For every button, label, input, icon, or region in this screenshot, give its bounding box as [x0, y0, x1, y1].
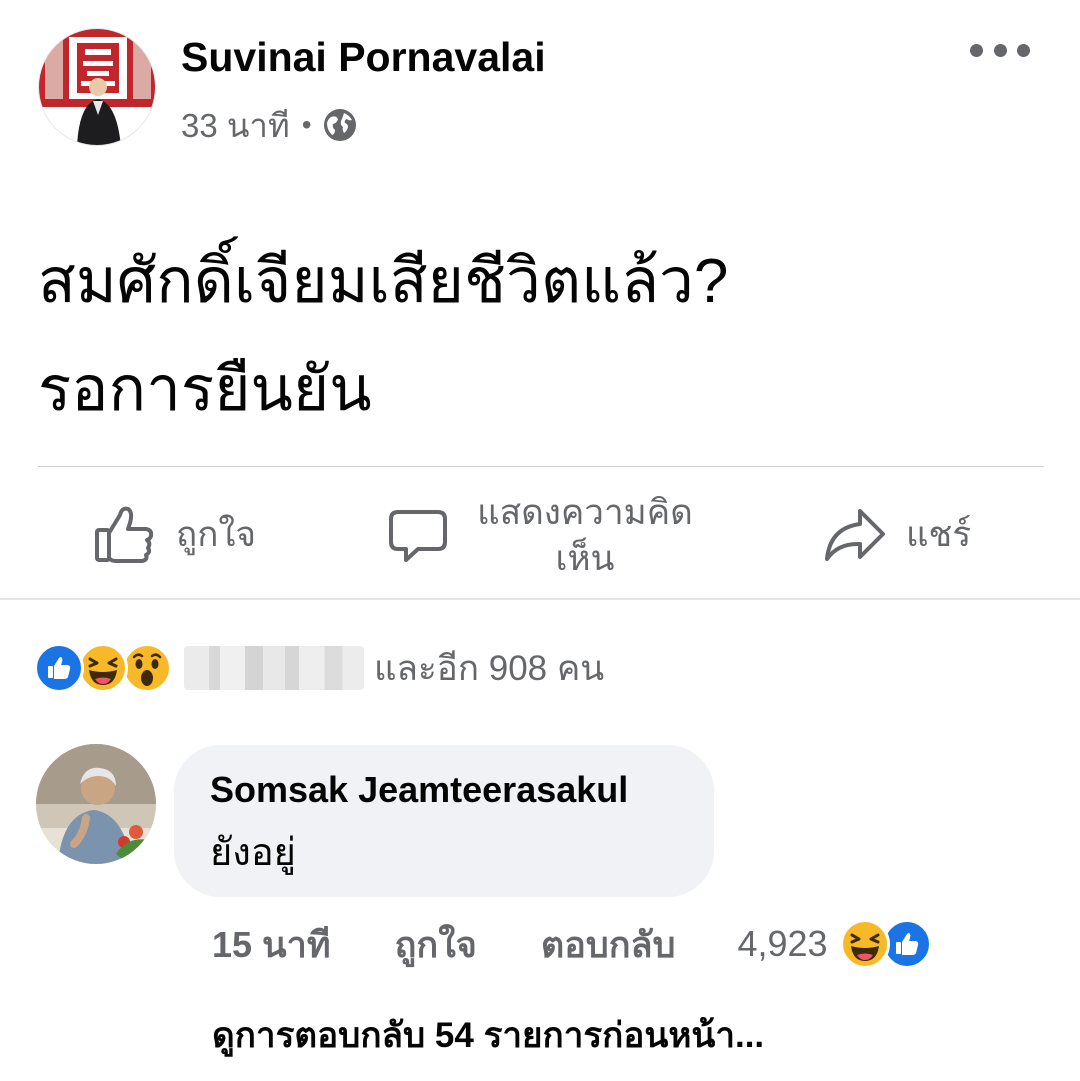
- meta-separator: •: [301, 109, 312, 140]
- author-avatar-image: [39, 29, 155, 145]
- share-arrow-icon: [824, 503, 886, 565]
- comment-like-button[interactable]: ถูกใจ: [395, 916, 477, 973]
- more-dot: [970, 43, 983, 57]
- commenter-avatar-image: [36, 744, 156, 864]
- more-options-button[interactable]: [970, 34, 1030, 66]
- post-meta: 33 นาที •: [181, 104, 358, 146]
- like-label: ถูกใจ: [176, 514, 256, 554]
- comment-reaction-count[interactable]: 4,923: [737, 923, 827, 965]
- haha-reaction-icon: [78, 643, 128, 693]
- post-author-name[interactable]: Suvinai Pornavalai: [181, 34, 546, 81]
- post-text-line: สมศักดิ์เจียมเสียชีวิตแล้ว?: [38, 247, 729, 316]
- comment-reply-button[interactable]: ตอบกลับ: [541, 916, 676, 973]
- comment-author-name[interactable]: Somsak Jeamteerasakul: [210, 769, 678, 811]
- action-bar-divider: [38, 466, 1044, 467]
- post-text-line: รอการยืนยัน: [38, 355, 372, 424]
- comment-label: แสดงความคิด เห็น: [470, 490, 700, 582]
- wow-reaction-icon: [122, 643, 172, 693]
- section-divider: [0, 598, 1080, 600]
- view-previous-replies-link[interactable]: ดูการตอบกลับ 54 รายการก่อนหน้า...: [212, 1008, 764, 1063]
- like-reaction-icon: [34, 643, 84, 693]
- share-button[interactable]: แชร์: [824, 500, 971, 568]
- post-timestamp[interactable]: 33 นาที: [181, 99, 290, 152]
- comment-button[interactable]: แสดงความคิด เห็น: [388, 488, 700, 584]
- reactions-count-text: และอีก 908 คน: [374, 648, 605, 688]
- globe-icon: [322, 107, 358, 143]
- more-dot: [993, 43, 1007, 57]
- reactions-summary[interactable]: และอีก 908 คน: [34, 640, 604, 696]
- comment-text: ยังอยู่: [210, 832, 296, 874]
- comment-label-line: แสดงความคิด: [477, 493, 693, 532]
- comment-label-line: เห็น: [555, 539, 615, 578]
- blurred-names: [184, 646, 364, 690]
- post-body: สมศักดิ์เจียมเสียชีวิตแล้ว? รอการยืนยัน: [38, 228, 1038, 444]
- author-avatar[interactable]: [38, 28, 156, 146]
- speech-bubble-icon: [388, 506, 448, 566]
- thumbs-up-icon: [94, 503, 156, 565]
- commenter-avatar[interactable]: [36, 744, 156, 864]
- comment-bubble[interactable]: Somsak Jeamteerasakul ยังอยู่: [174, 745, 714, 897]
- comment-timestamp[interactable]: 15 นาที: [212, 916, 331, 973]
- haha-reaction-icon: [839, 919, 890, 969]
- like-button[interactable]: ถูกใจ: [94, 500, 256, 568]
- share-label: แชร์: [906, 514, 972, 554]
- comment-actions: 15 นาที ถูกใจ ตอบกลับ 4,923: [212, 916, 932, 972]
- more-dot: [1017, 43, 1030, 57]
